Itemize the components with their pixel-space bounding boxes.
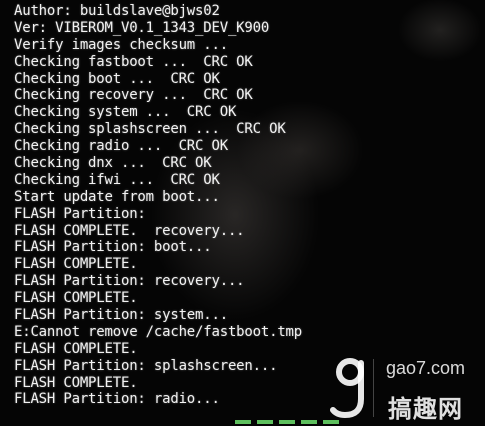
log-line: FLASH Partition:: [14, 205, 146, 222]
watermark: gao7.com 搞趣网: [330, 355, 480, 423]
log-line: FLASH COMPLETE.: [14, 374, 138, 391]
log-line: Checking ifwi ... CRC OK: [14, 171, 220, 188]
log-line: Checking fastboot ... CRC OK: [14, 53, 253, 70]
log-line: FLASH COMPLETE.: [14, 290, 138, 307]
log-line: Verify images checksum ...: [14, 36, 228, 53]
log-line: FLASH Partition: boot...: [14, 239, 212, 256]
log-line: FLASH Partition: system...: [14, 307, 228, 324]
log-line: Checking boot ... CRC OK: [14, 70, 220, 87]
log-line: E:Cannot remove /cache/fastboot.tmp: [14, 323, 303, 340]
log-line: Checking system ... CRC OK: [14, 104, 237, 121]
watermark-name: 搞趣网: [388, 395, 463, 423]
progress-bar: [235, 420, 345, 424]
log-line: FLASH Partition: splashscreen...: [14, 357, 278, 374]
g-logo-icon: [330, 358, 374, 419]
recovery-console-screen: Author: buildslave@bjws02 Ver: VIBEROM_V0…: [0, 0, 485, 426]
log-line: Start update from boot...: [14, 188, 220, 205]
log-line: FLASH COMPLETE.: [14, 340, 138, 357]
log-line: FLASH COMPLETE. recovery...: [14, 222, 245, 239]
log-line: Checking recovery ... CRC OK: [14, 87, 253, 104]
log-line: Ver: VIBEROM_V0.1_1343_DEV_K900: [14, 19, 270, 36]
watermark-domain: gao7.com: [386, 358, 466, 378]
log-line: Checking radio ... CRC OK: [14, 138, 228, 155]
log-line: FLASH COMPLETE.: [14, 256, 138, 273]
log-line: FLASH Partition: radio...: [14, 391, 220, 408]
log-line: FLASH Partition: recovery...: [14, 273, 245, 290]
flash-log: Author: buildslave@bjws02 Ver: VIBEROM_V0…: [14, 3, 302, 408]
log-line: Checking splashscreen ... CRC OK: [14, 121, 286, 138]
log-line: Checking dnx ... CRC OK: [14, 155, 212, 172]
log-line: Author: buildslave@bjws02: [14, 3, 220, 19]
